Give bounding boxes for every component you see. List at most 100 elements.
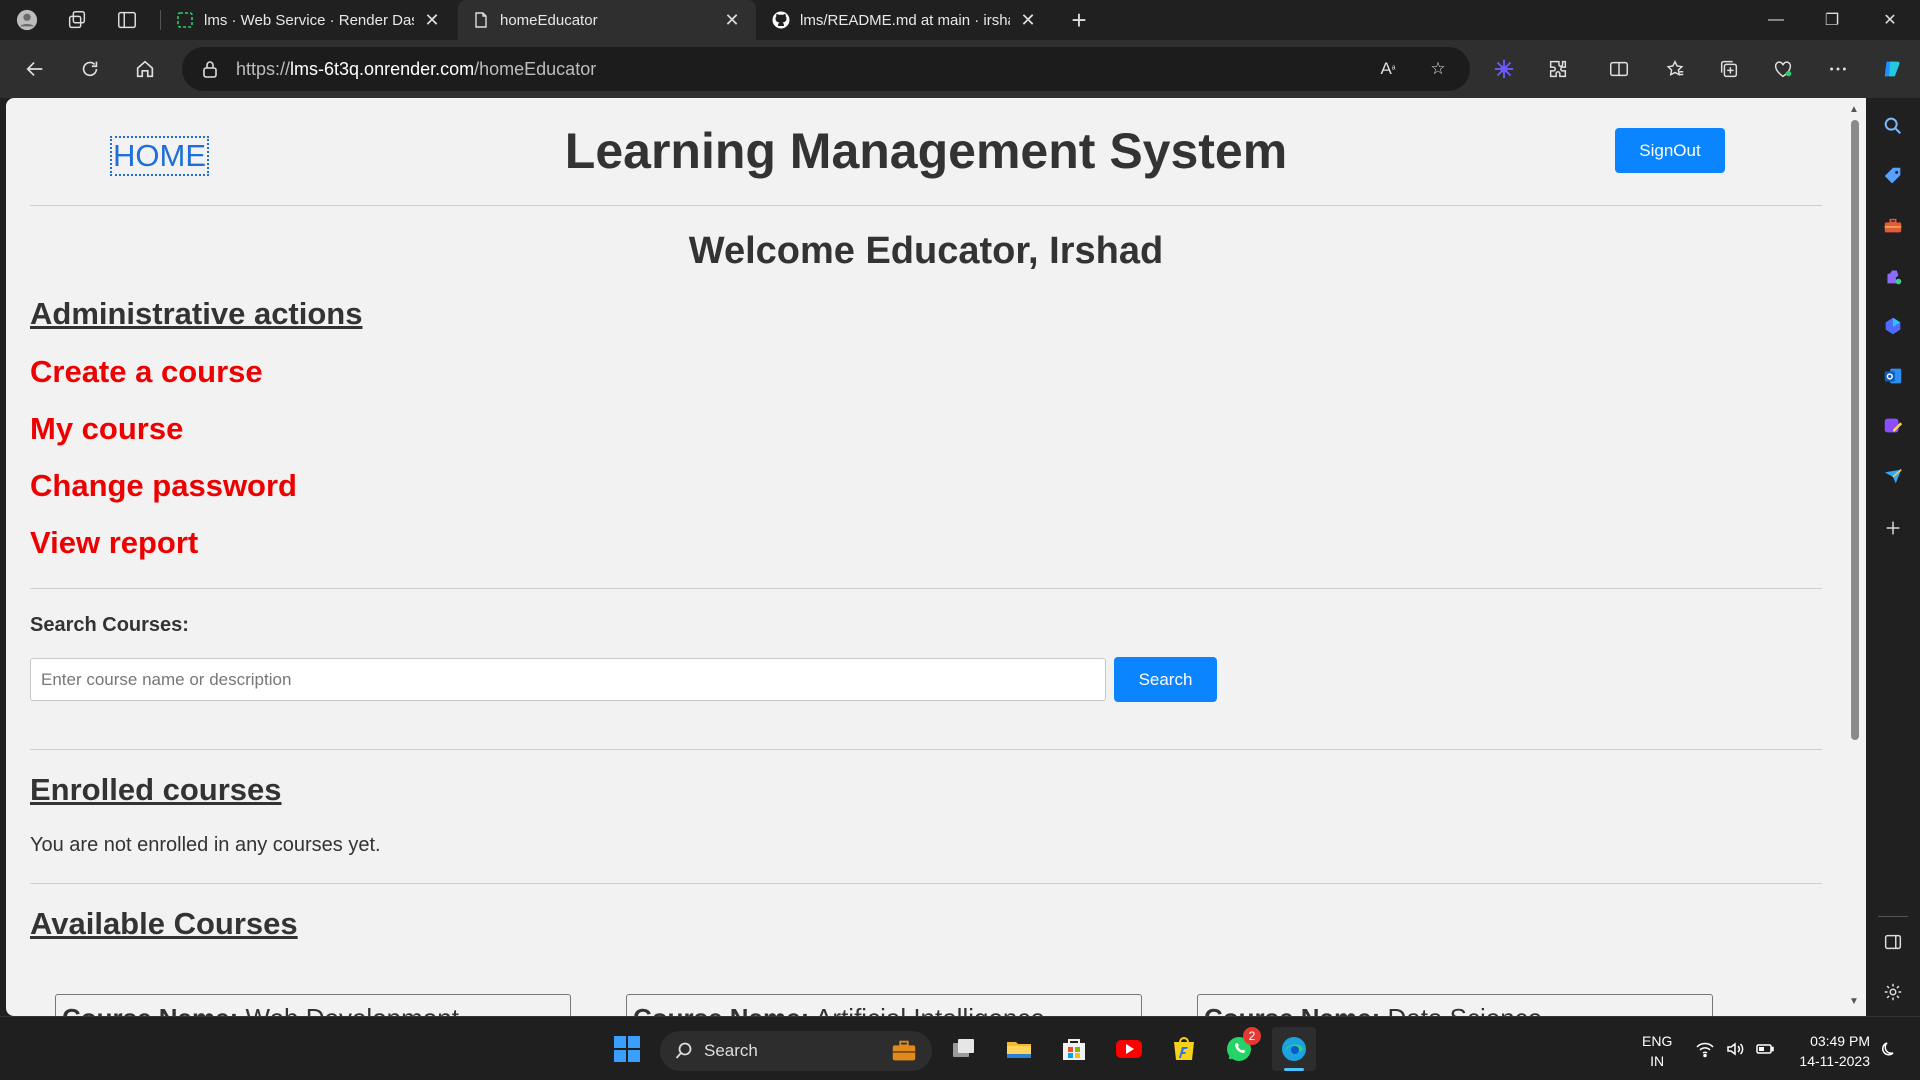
scroll-up-arrow-icon[interactable]: ▲ [1849,104,1859,115]
focus-moon-icon[interactable] [1878,1039,1900,1059]
home-button[interactable] [128,52,162,86]
divider [30,749,1822,750]
page-viewport: HOME Learning Management System SignOut … [6,98,1866,1016]
sidebar-outlook-icon[interactable] [1881,364,1905,388]
page-favicon-icon [472,11,490,29]
signout-button[interactable]: SignOut [1615,128,1725,173]
github-favicon-icon [772,11,790,29]
split-screen-icon[interactable] [1602,52,1636,86]
microsoft-store-icon[interactable] [1052,1027,1096,1071]
address-bar[interactable]: https://lms-6t3q.onrender.com/homeEducat… [182,47,1470,91]
restore-button[interactable]: ❐ [1804,0,1860,40]
divider [30,883,1822,884]
refresh-button[interactable] [73,52,107,86]
profile-avatar-icon[interactable] [12,5,42,35]
workspaces-icon[interactable] [62,5,92,35]
battery-icon[interactable] [1754,1039,1776,1059]
search-highlight-briefcase-icon [892,1040,916,1061]
welcome-heading: Welcome Educator, Irshad [688,230,1164,272]
favorites-icon[interactable] [1658,52,1692,86]
divider [30,588,1822,589]
clock-time: 03:49 PM [1810,1033,1870,1049]
search-icon [675,1042,692,1059]
scroll-down-arrow-icon[interactable]: ▼ [1849,996,1859,1007]
browser-essentials-icon[interactable] [1766,52,1800,86]
extensions-puzzle-icon[interactable] [1541,52,1575,86]
sidebar-settings-icon[interactable] [1881,980,1905,1004]
input-language-indicator[interactable]: ENG IN [1642,1031,1672,1071]
lock-icon[interactable] [200,59,220,79]
view-report-link[interactable]: View report [30,525,198,561]
start-button[interactable] [605,1027,649,1071]
tab-close-icon[interactable]: ✕ [422,10,442,31]
tab-title: homeEducator [500,11,598,29]
tab-home-educator[interactable]: homeEducator ✕ [458,0,756,40]
sidebar-hide-icon[interactable] [1881,930,1905,954]
taskbar-search-label: Search [704,1041,758,1060]
vertical-tabs-icon[interactable] [112,5,142,35]
windows-taskbar: Search 2 ENG IN 03:49 PM 14-11-2023 [0,1016,1920,1080]
site-title: Learning Management System [564,123,1288,179]
enrolled-courses-heading: Enrolled courses [30,772,282,807]
tab-title: lms/README.md at main · irshad [800,11,1010,29]
tab-title: lms · Web Service · Render Dashboard [204,11,414,29]
tab-close-icon[interactable]: ✕ [1018,10,1038,31]
sidebar-designer-icon[interactable] [1881,414,1905,438]
minimize-button[interactable]: — [1748,0,1804,40]
task-view-icon[interactable] [942,1027,986,1071]
flipkart-icon[interactable] [1162,1027,1206,1071]
browser-toolbar: https://lms-6t3q.onrender.com/homeEducat… [0,40,1920,98]
search-courses-input[interactable] [30,658,1106,701]
search-button[interactable]: Search [1114,657,1217,702]
my-course-link[interactable]: My course [30,411,183,447]
change-password-link[interactable]: Change password [30,468,297,504]
volume-icon[interactable] [1724,1039,1746,1059]
scrollbar-thumb[interactable] [1851,120,1859,740]
search-courses-label: Search Courses: [30,614,189,636]
favorite-star-icon[interactable]: ☆ [1426,58,1450,80]
tab-close-icon[interactable]: ✕ [722,10,742,31]
region-code: IN [1650,1053,1665,1069]
system-clock[interactable]: 03:49 PM 14-11-2023 [1790,1031,1870,1071]
course-name-value: Web Development [246,1003,459,1016]
admin-actions-heading: Administrative actions [30,296,363,331]
collections-icon[interactable] [1712,52,1746,86]
course-name-label: Course Name: [62,1003,238,1016]
sidebar-divider [1878,916,1908,917]
available-courses-heading: Available Courses [30,906,298,941]
edge-browser-icon[interactable] [1272,1027,1316,1071]
copilot-icon[interactable] [1875,52,1909,86]
course-card: Course Name: Artificial Intelligence [626,994,1142,1016]
sidebar-microsoft365-icon[interactable] [1881,314,1905,338]
course-card: Course Name: Web Development [55,994,571,1016]
course-name-label: Course Name: [1204,1003,1380,1016]
tab-separator [160,10,161,30]
sidebar-games-icon[interactable] [1881,264,1905,288]
create-course-link[interactable]: Create a course [30,354,263,390]
wifi-icon[interactable] [1694,1039,1716,1059]
edge-sidebar [1866,98,1920,1016]
url-text[interactable]: https://lms-6t3q.onrender.com/homeEducat… [236,59,596,80]
new-tab-button[interactable]: + [1064,4,1094,36]
course-name-value: Artificial Intelligence [815,1003,1045,1016]
read-aloud-icon[interactable]: Aᵃ [1376,58,1400,80]
sidebar-add-icon[interactable] [1881,516,1905,540]
page-scrollbar[interactable]: ▲ ▼ [1845,98,1865,1016]
back-button[interactable] [18,52,52,86]
sidebar-shopping-tag-icon[interactable] [1881,164,1905,188]
sidebar-tools-icon[interactable] [1881,214,1905,238]
taskbar-search-box[interactable]: Search [660,1031,932,1071]
youtube-icon[interactable] [1107,1027,1151,1071]
enrolled-empty-text: You are not enrolled in any courses yet. [30,834,381,856]
course-name-value: Data Science [1388,1003,1543,1016]
sidebar-send-icon[interactable] [1881,464,1905,488]
whatsapp-icon[interactable]: 2 [1217,1027,1261,1071]
close-window-button[interactable]: ✕ [1862,0,1918,40]
tab-render-dashboard[interactable]: lms · Web Service · Render Dashboard ✕ [162,0,456,40]
file-explorer-icon[interactable] [997,1027,1041,1071]
clock-date: 14-11-2023 [1799,1053,1870,1069]
extension-icon[interactable] [1487,52,1521,86]
sidebar-search-icon[interactable] [1881,114,1905,138]
tab-github-readme[interactable]: lms/README.md at main · irshad ✕ [758,0,1052,40]
more-menu-icon[interactable] [1821,52,1855,86]
